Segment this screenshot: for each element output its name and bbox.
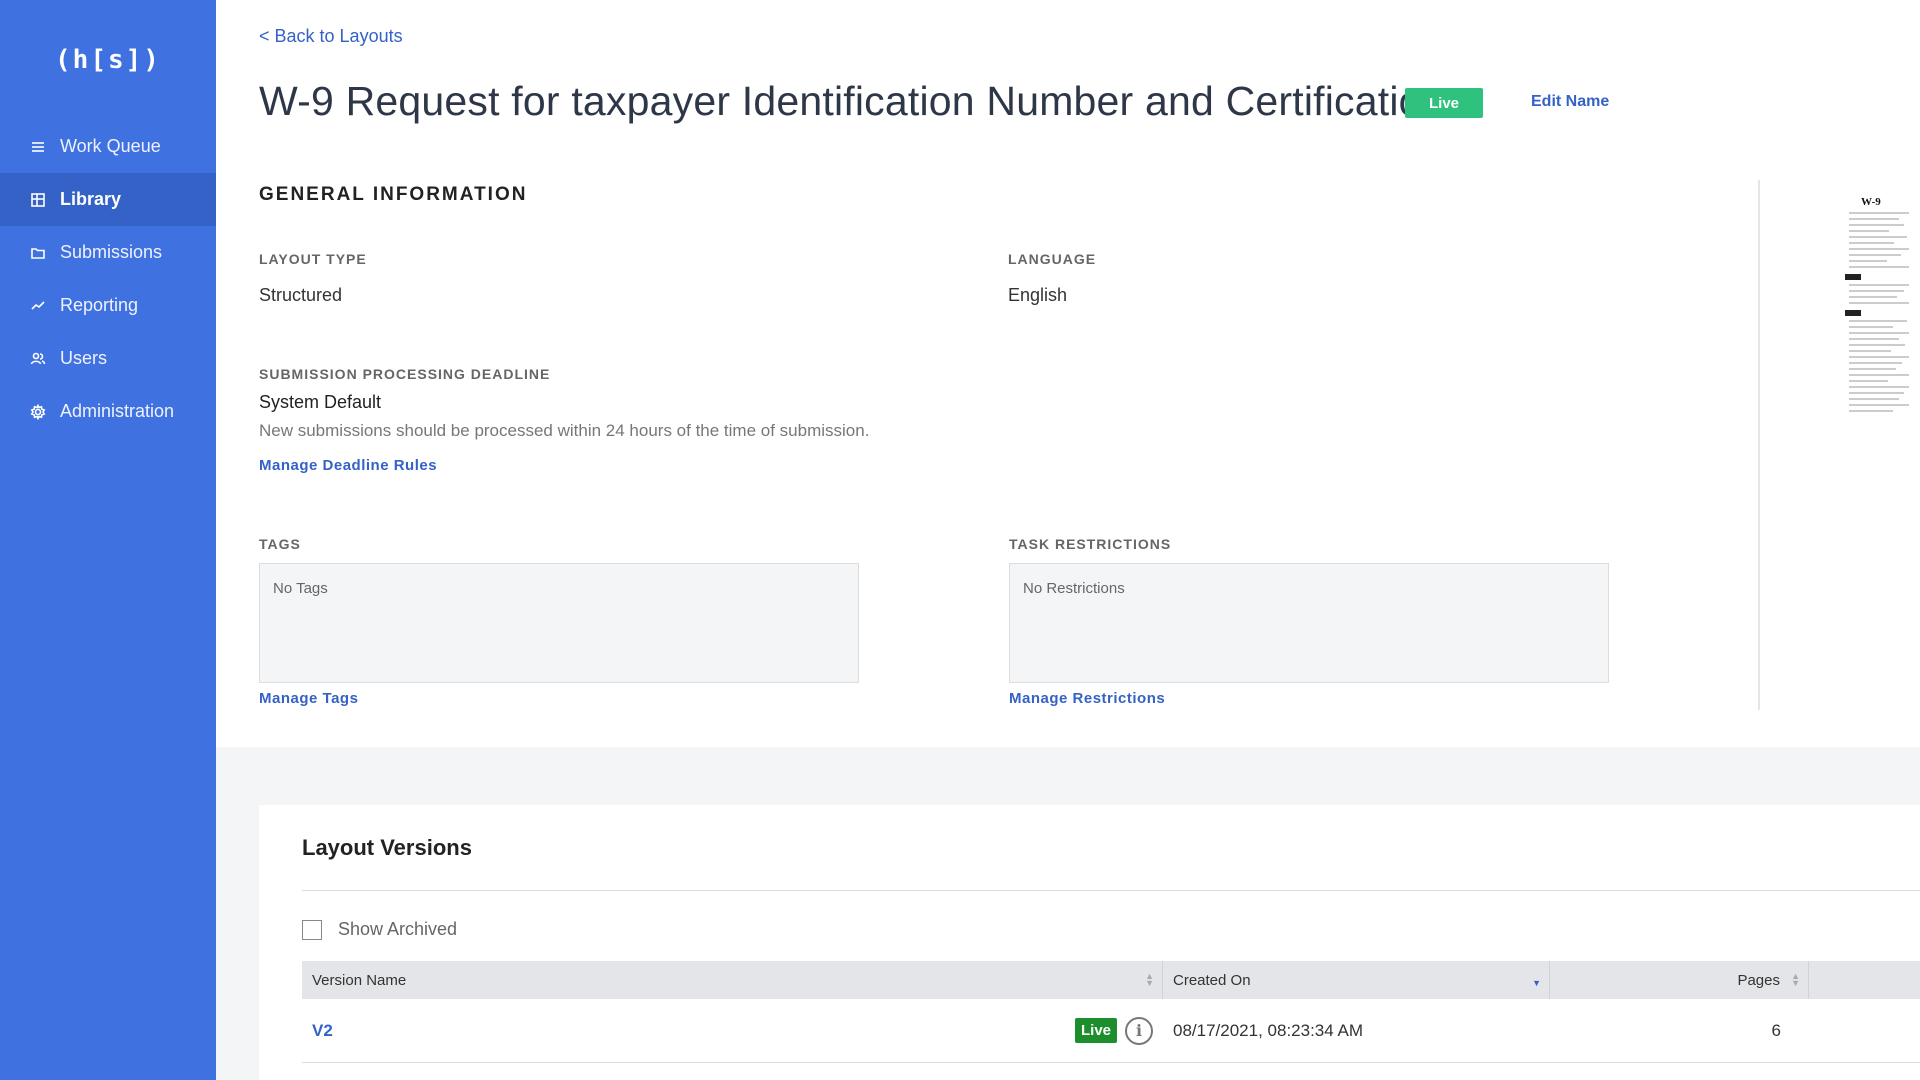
layout-type-label: LAYOUT TYPE: [259, 251, 367, 267]
vertical-divider: [1758, 180, 1760, 710]
language-value: English: [1008, 285, 1068, 305]
section-title-general-information: GENERAL INFORMATION: [259, 184, 528, 205]
tags-box: No Tags: [259, 563, 859, 683]
sort-desc-icon: ▼: [1532, 978, 1541, 988]
sidebar: (h[s]) Work Queue Library Submissions Re…: [0, 0, 216, 1080]
info-icon[interactable]: i: [1125, 1016, 1153, 1045]
sidebar-item-users[interactable]: Users: [0, 332, 216, 385]
folder-icon: [30, 245, 46, 261]
sidebar-item-label: Reporting: [60, 295, 139, 315]
app-logo[interactable]: (h[s]): [0, 0, 216, 120]
tags-label: TAGS: [259, 536, 301, 552]
users-icon: [30, 351, 46, 367]
back-to-layouts-link[interactable]: < Back to Layouts: [259, 26, 403, 47]
deadline-label: SUBMISSION PROCESSING DEADLINE: [259, 366, 551, 382]
show-archived-toggle[interactable]: Show Archived: [302, 919, 457, 940]
versions-table-header: Version Name ▲ ▼ Created On ▼ Pages ▲ ▼: [302, 961, 1920, 999]
task-restrictions-box: No Restrictions: [1009, 563, 1609, 683]
sidebar-item-administration[interactable]: Administration: [0, 385, 216, 438]
deadline-value: System Default: [259, 392, 382, 412]
version-name-link[interactable]: V2: [312, 1021, 333, 1041]
row-status-badge: Live: [1074, 1018, 1117, 1043]
layout-type-value: Structured: [259, 285, 343, 305]
chart-line-icon: [30, 298, 46, 314]
gear-icon: [30, 403, 46, 420]
manage-deadline-rules-link[interactable]: Manage Deadline Rules: [259, 457, 437, 474]
edit-name-link[interactable]: Edit Name: [1531, 93, 1609, 111]
sidebar-item-library[interactable]: Library: [0, 173, 216, 226]
tags-value: No Tags: [273, 580, 328, 597]
layout-versions-card: Layout Versions Show Archived Version Na…: [259, 805, 1920, 1080]
column-header-created-on[interactable]: Created On ▼: [1163, 961, 1550, 999]
divider: [302, 890, 1920, 891]
table-row[interactable]: V2 Live i 08/17/2021, 08:23:34 AM 6: [302, 999, 1920, 1063]
show-archived-checkbox[interactable]: [302, 919, 322, 940]
layout-details-panel: < Back to Layouts W-9 Request for taxpay…: [216, 0, 1920, 747]
sidebar-item-label: Administration: [60, 401, 175, 421]
list-icon: [30, 139, 46, 155]
document-preview-thumbnail[interactable]: W-9: [1845, 190, 1920, 530]
column-header-version-name[interactable]: Version Name ▲ ▼: [302, 961, 1163, 999]
sidebar-item-work-queue[interactable]: Work Queue: [0, 120, 216, 173]
sidebar-item-label: Users: [60, 348, 108, 368]
sidebar-item-submissions[interactable]: Submissions: [0, 226, 216, 279]
sort-icon: ▲ ▼: [1791, 971, 1800, 988]
sidebar-item-label: Submissions: [60, 242, 163, 262]
deadline-description: New submissions should be processed with…: [259, 421, 870, 440]
status-badge: Live: [1405, 88, 1483, 118]
grid-icon: [30, 192, 46, 208]
task-restrictions-label: TASK RESTRICTIONS: [1009, 536, 1172, 552]
manage-tags-link[interactable]: Manage Tags: [259, 690, 358, 707]
page-title: W-9 Request for taxpayer Identification …: [259, 78, 1445, 124]
show-archived-label: Show Archived: [338, 919, 458, 939]
column-header-pages[interactable]: Pages ▲ ▼: [1550, 961, 1809, 999]
language-label: LANGUAGE: [1008, 251, 1097, 267]
sidebar-item-label: Work Queue: [60, 136, 161, 156]
created-on-cell: 08/17/2021, 08:23:34 AM: [1173, 1020, 1363, 1040]
sort-icon: ▲ ▼: [1145, 971, 1154, 988]
sidebar-item-label: Library: [60, 189, 122, 209]
manage-restrictions-link[interactable]: Manage Restrictions: [1009, 690, 1165, 707]
preview-form-title: W-9: [1861, 196, 1881, 208]
sidebar-item-reporting[interactable]: Reporting: [0, 279, 216, 332]
pages-cell: 6: [1771, 1020, 1781, 1040]
layout-versions-title: Layout Versions: [302, 835, 472, 860]
task-restrictions-value: No Restrictions: [1023, 580, 1125, 597]
